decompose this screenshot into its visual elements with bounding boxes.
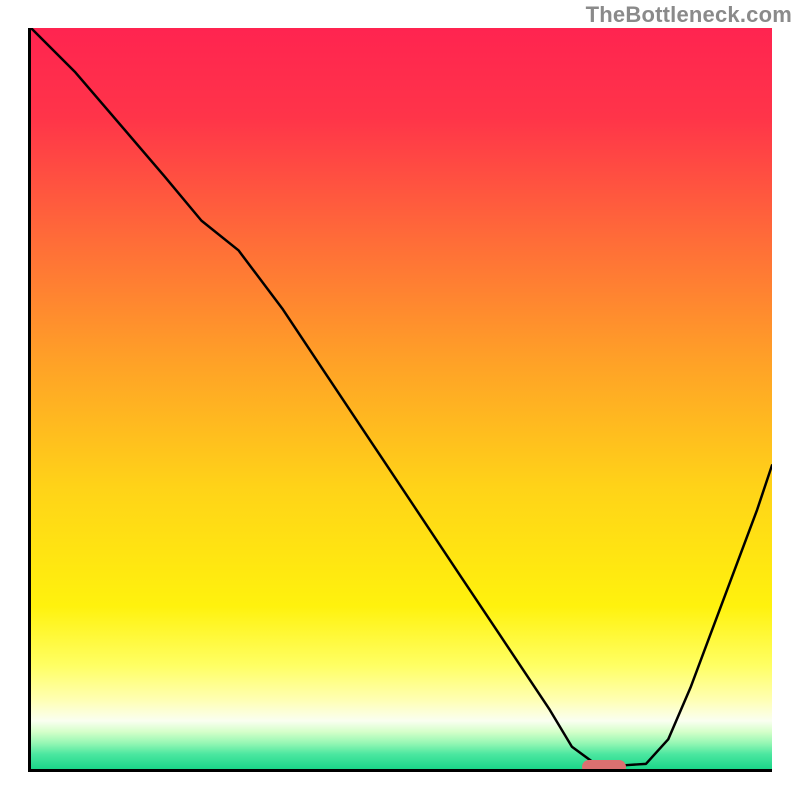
chart-frame: TheBottleneck.com [0,0,800,800]
plot-area [28,28,772,772]
optimum-marker [582,760,626,772]
bottleneck-curve [31,28,772,769]
watermark-text: TheBottleneck.com [586,2,792,28]
